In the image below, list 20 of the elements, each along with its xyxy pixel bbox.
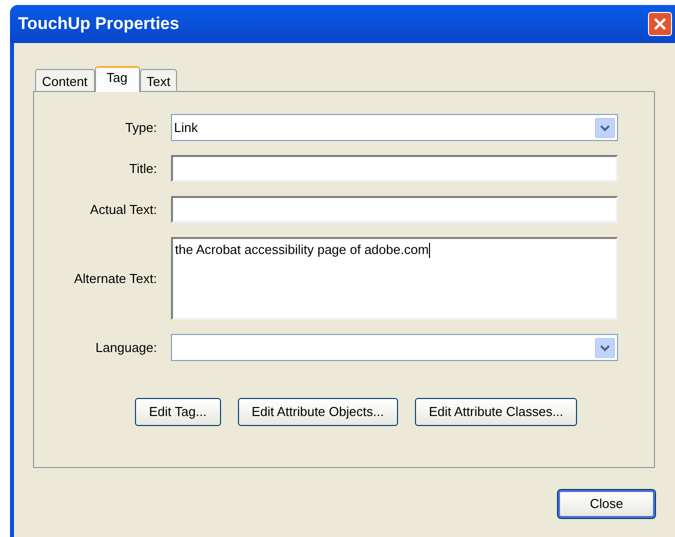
field-label: Actual Text:: [89, 200, 158, 219]
close-button[interactable]: [648, 12, 672, 36]
tab[interactable]: Tag: [94, 66, 140, 92]
window-title: TouchUp Properties: [18, 13, 180, 36]
close-icon: [653, 17, 667, 31]
tab[interactable]: Text: [140, 69, 178, 91]
field-label: Language:: [94, 338, 158, 357]
text-field[interactable]: [171, 155, 618, 182]
field-label: Alternate Text:: [73, 270, 158, 288]
close-dialog-button[interactable]: Close: [558, 490, 655, 518]
text-area[interactable]: the Acrobat accessibility page of adobe.com: [171, 237, 618, 320]
dropdown-field[interactable]: Link: [171, 114, 618, 141]
panel-button[interactable]: Edit Attribute Classes...: [414, 398, 578, 426]
panel-button[interactable]: Edit Attribute Objects...: [238, 398, 398, 426]
field-label: Title:: [128, 160, 158, 178]
text-field[interactable]: [171, 196, 618, 223]
tab[interactable]: Content: [35, 69, 95, 91]
dropdown-field[interactable]: [171, 334, 618, 361]
panel-button[interactable]: Edit Tag...: [135, 398, 221, 426]
field-label: Type:: [124, 118, 158, 137]
